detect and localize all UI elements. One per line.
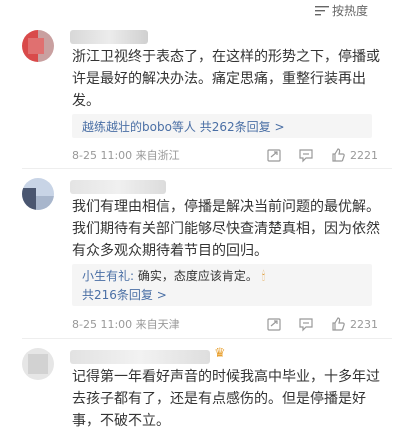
reply-text: 确实，态度应该肯定。 bbox=[137, 269, 258, 283]
avatar[interactable] bbox=[22, 348, 54, 380]
reply-link[interactable]: 越练越壮的bobo等人 共262条回复 > bbox=[82, 118, 285, 135]
like-button[interactable]: 2231 bbox=[330, 316, 378, 332]
like-button[interactable]: 2221 bbox=[330, 147, 378, 163]
reply-box[interactable]: 小生有礼: 确实，态度应该肯定。 🕯 共216条回复 > bbox=[72, 264, 372, 306]
crown-badge-icon: ♛ bbox=[214, 346, 226, 361]
comment-button[interactable] bbox=[298, 147, 314, 163]
comment-text: 记得第一年看好声音的时候我高中毕业，十多年过去孩子都有了，还是有点感伤的。但是停… bbox=[72, 369, 380, 429]
comment-text: 浙江卫视终于表态了，在这样的形势之下，停播或许是最好的解决办法。痛定思痛，重整行… bbox=[72, 49, 380, 109]
like-count: 2231 bbox=[350, 317, 378, 331]
share-button[interactable] bbox=[266, 147, 282, 163]
reply-box[interactable]: 越练越壮的bobo等人 共262条回复 > bbox=[72, 114, 372, 138]
share-button[interactable] bbox=[266, 316, 282, 332]
sort-icon bbox=[314, 5, 329, 15]
avatar[interactable] bbox=[22, 30, 54, 62]
username-blurred[interactable] bbox=[70, 180, 166, 194]
comment-text: 我们有理由相信，停播是解决当前问题的最优解。我们期待有关部门能够尽快查清楚真相，… bbox=[72, 199, 380, 259]
username-blurred[interactable] bbox=[70, 350, 210, 364]
like-icon bbox=[332, 317, 345, 331]
comment-button[interactable] bbox=[298, 316, 314, 332]
comment-date: 8-25 11:00 bbox=[72, 149, 133, 162]
reply-username[interactable]: 小生有礼: bbox=[82, 269, 134, 283]
avatar[interactable] bbox=[22, 178, 54, 210]
divider bbox=[22, 338, 392, 339]
comment-location: 来自浙江 bbox=[135, 149, 180, 162]
sort-by-heat-button[interactable]: 按热度 bbox=[314, 2, 368, 19]
emoji-icon: 🕯 bbox=[261, 269, 266, 283]
divider bbox=[22, 168, 392, 169]
comment-icon bbox=[299, 149, 313, 163]
like-icon bbox=[332, 148, 345, 162]
like-count: 2221 bbox=[350, 148, 378, 162]
username-blurred[interactable] bbox=[70, 30, 148, 44]
sort-label: 按热度 bbox=[331, 4, 368, 18]
comment-date: 8-25 11:00 bbox=[72, 318, 133, 331]
comment-meta: 8-25 11:00 来自浙江 2221 bbox=[72, 147, 382, 163]
share-icon bbox=[267, 318, 281, 331]
comment-meta: 8-25 11:00 来自天津 2231 bbox=[72, 316, 382, 332]
comment-icon bbox=[299, 318, 313, 332]
reply-link[interactable]: 共216条回复 > bbox=[82, 286, 167, 303]
comment-location: 来自天津 bbox=[135, 318, 180, 331]
share-icon bbox=[267, 149, 281, 162]
